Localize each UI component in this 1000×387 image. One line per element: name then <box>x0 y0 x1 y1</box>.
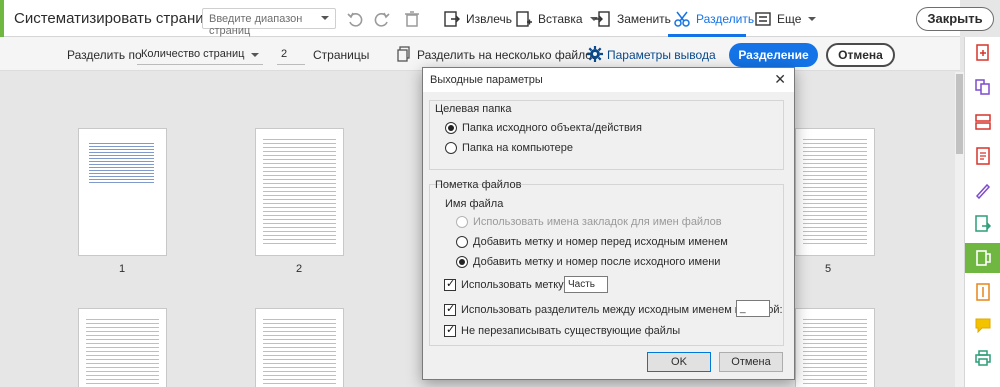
radio-label-after-label: Добавить метку и номер после исходного и… <box>473 256 721 268</box>
radio-computer-folder[interactable]: Папка на компьютере <box>445 142 573 154</box>
split-confirm-button[interactable]: Разделение <box>729 43 818 67</box>
toc-lines <box>89 143 154 183</box>
close-button[interactable]: Закрыть <box>916 7 994 31</box>
file-name-label: Имя файла <box>445 198 504 210</box>
radio-bookmark-names-label: Использовать имена закладок для имен фай… <box>473 216 722 228</box>
page-count-value: 2 <box>281 48 288 60</box>
rotate-ccw-icon[interactable] <box>345 9 365 29</box>
separator-input[interactable]: _ <box>736 300 770 317</box>
label-text-input[interactable]: Часть <box>564 276 608 293</box>
insert-button[interactable]: Вставка <box>515 8 598 29</box>
page-range-input[interactable]: Введите диапазон страниц <box>202 8 336 37</box>
extract-button[interactable]: Извлечь <box>443 8 512 29</box>
compress-icon[interactable] <box>974 283 992 301</box>
multiple-files-icon <box>397 46 410 62</box>
page-number: 1 <box>118 263 126 275</box>
split-by-label: Разделить по <box>67 48 142 62</box>
scrollbar-thumb[interactable] <box>956 74 963 154</box>
ok-button[interactable]: OK <box>647 352 711 372</box>
dialog-cancel-button[interactable]: Отмена <box>719 352 783 372</box>
delete-icon[interactable] <box>402 9 422 29</box>
edit-pdf-icon[interactable] <box>974 147 992 165</box>
radio-unselected-icon <box>445 142 457 154</box>
split-multiple-files-link[interactable]: Разделить на несколько файлов <box>417 48 598 62</box>
more-label: Еще <box>777 11 802 26</box>
replace-icon <box>595 10 610 27</box>
print-icon[interactable] <box>974 349 992 367</box>
output-options-dialog: Выходные параметры ✕ Целевая папка Папка… <box>422 67 795 380</box>
radio-label-after[interactable]: Добавить метку и номер после исходного и… <box>456 256 720 268</box>
organize-active-icon[interactable] <box>974 249 992 267</box>
use-separator-checkbox[interactable]: Использовать разделитель между исходным … <box>444 302 783 316</box>
page-thumbnail[interactable] <box>78 308 167 387</box>
dialog-title: Выходные параметры <box>430 74 543 86</box>
checkbox-checked-icon <box>444 323 456 337</box>
chevron-down-icon <box>321 16 329 20</box>
split-button[interactable]: Разделить <box>673 8 754 29</box>
insert-label: Вставка <box>538 11 583 26</box>
no-overwrite-text: Не перезаписывать существующие файлы <box>461 325 681 337</box>
tool-accent-bar <box>0 0 4 37</box>
target-folder-title: Целевая папка <box>435 103 512 115</box>
comment-icon[interactable] <box>974 316 992 334</box>
page-thumbnail[interactable] <box>255 128 344 256</box>
tools-rail <box>964 37 1000 387</box>
radio-source-folder-label: Папка исходного объекта/действия <box>462 122 642 134</box>
use-label-checkbox[interactable]: Использовать метку: <box>444 277 567 291</box>
checkbox-checked-icon <box>444 277 456 291</box>
page-thumbnail[interactable] <box>78 128 167 256</box>
close-icon[interactable]: ✕ <box>774 71 786 88</box>
export-pdf-icon[interactable] <box>974 215 992 233</box>
radio-selected-icon <box>445 122 457 134</box>
tool-title: Систематизировать страницы <box>14 10 224 27</box>
page-number: 2 <box>295 263 303 275</box>
vertical-scrollbar[interactable] <box>955 72 964 387</box>
more-list-icon <box>755 11 771 26</box>
split-label: Разделить <box>696 11 755 26</box>
page-thumbnail[interactable] <box>795 128 875 256</box>
chevron-down-icon <box>808 16 817 21</box>
pages-label: Страницы <box>313 48 370 62</box>
more-button[interactable]: Еще <box>754 8 817 29</box>
page-number: 5 <box>824 263 832 275</box>
radio-bookmark-names[interactable]: Использовать имена закладок для имен фай… <box>456 216 722 228</box>
output-options-link[interactable]: Параметры вывода <box>607 48 716 62</box>
sign-icon[interactable] <box>974 181 992 199</box>
replace-label: Заменить <box>617 11 671 26</box>
no-overwrite-checkbox[interactable]: Не перезаписывать существующие файлы <box>444 323 681 337</box>
combine-files-icon[interactable] <box>974 78 992 96</box>
extract-label: Извлечь <box>466 11 513 26</box>
extract-icon <box>444 10 460 27</box>
top-toolbar: Систематизировать страницы Введите диапа… <box>0 0 994 37</box>
split-cancel-button[interactable]: Отмена <box>826 43 895 67</box>
replace-button[interactable]: Заменить <box>594 8 671 29</box>
organize-pages-icon[interactable] <box>974 113 992 131</box>
chevron-down-icon <box>251 53 259 57</box>
radio-label-before[interactable]: Добавить метку и номер перед исходным им… <box>456 236 728 248</box>
page-range-placeholder: Введите диапазон страниц <box>209 13 303 37</box>
radio-unselected-icon <box>456 236 468 248</box>
file-labeling-title: Пометка файлов <box>435 179 522 191</box>
create-pdf-icon[interactable] <box>974 44 992 62</box>
rotate-cw-icon[interactable] <box>372 9 392 29</box>
insert-page-icon <box>516 10 532 27</box>
radio-source-folder[interactable]: Папка исходного объекта/действия <box>445 122 642 134</box>
radio-label-before-label: Добавить метку и номер перед исходным им… <box>473 236 728 248</box>
page-thumbnail[interactable] <box>255 308 344 387</box>
scissors-icon <box>674 11 690 27</box>
use-separator-text: Использовать разделитель между исходным … <box>461 304 783 316</box>
page-count-input[interactable]: 2 <box>277 45 305 65</box>
split-by-value: Количество страниц <box>141 48 245 60</box>
page-thumbnail[interactable] <box>795 308 875 387</box>
gear-icon <box>587 46 603 62</box>
split-by-select[interactable]: Количество страниц <box>137 45 263 65</box>
checkbox-checked-icon <box>444 302 456 316</box>
radio-unselected-icon <box>456 216 468 228</box>
radio-computer-folder-label: Папка на компьютере <box>462 142 574 154</box>
radio-selected-icon <box>456 256 468 268</box>
dialog-titlebar: Выходные параметры ✕ <box>423 68 794 92</box>
use-label-text: Использовать метку: <box>461 279 567 291</box>
